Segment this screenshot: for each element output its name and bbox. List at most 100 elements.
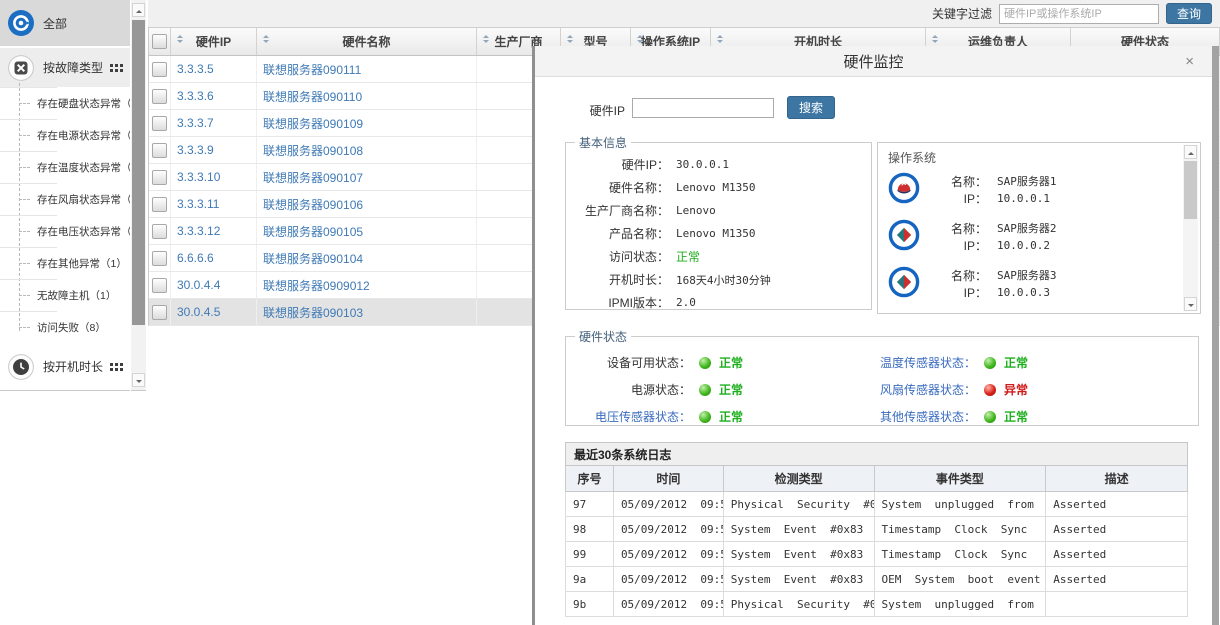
- row-checkbox[interactable]: [152, 197, 167, 212]
- hardware-name-cell: 联想服务器090103: [257, 299, 477, 325]
- log-cell: Asserted: [1046, 492, 1188, 516]
- sidebar-tree-item[interactable]: 存在硬盘状态异常（0）: [0, 87, 130, 119]
- log-row: 9a05/09/2012 09:57:35System Event #0x83O…: [565, 567, 1188, 592]
- diamond-os-icon: [888, 266, 920, 301]
- hardware-ip-link[interactable]: 3.3.3.9: [177, 143, 214, 157]
- log-cell: System unplugged from LAN: [875, 492, 1047, 516]
- query-button[interactable]: 查询: [1166, 3, 1212, 24]
- hardware-name-link[interactable]: 联想服务器090106: [263, 196, 363, 213]
- hardware-name-link[interactable]: 联想服务器0909012: [263, 277, 370, 294]
- fault-type-menu-icon[interactable]: [110, 64, 123, 72]
- sidebar-scrollbar[interactable]: [131, 0, 146, 391]
- basic-info-row: 访问状态：正常: [566, 245, 871, 268]
- log-column-header: 序号: [566, 466, 614, 491]
- hardware-ip-link[interactable]: 30.0.4.5: [177, 305, 220, 319]
- hardware-name-link[interactable]: 联想服务器090105: [263, 223, 363, 240]
- select-all-checkbox[interactable]: [152, 34, 167, 49]
- row-checkbox[interactable]: [152, 143, 167, 158]
- row-checkbox-cell: [149, 218, 171, 244]
- hw-status-label[interactable]: 风扇传感器状态：: [866, 381, 976, 398]
- row-checkbox[interactable]: [152, 251, 167, 266]
- sort-icon[interactable]: [932, 35, 938, 43]
- sidebar-tree-item[interactable]: 存在风扇状态异常（0）: [0, 183, 130, 215]
- hardware-ip-link[interactable]: 3.3.3.11: [177, 197, 219, 211]
- hardware-ip-link[interactable]: 3.3.3.12: [177, 224, 220, 238]
- os-entry-text: 名称：SAP服务器2IP：10.0.0.2: [932, 220, 1057, 254]
- all-target-icon: [8, 10, 34, 36]
- hw-status-text: 异常: [1004, 381, 1028, 398]
- sort-icon[interactable]: [637, 35, 643, 43]
- scroll-down-icon[interactable]: [1184, 297, 1197, 311]
- hardware-name-cell: 联想服务器090109: [257, 110, 477, 136]
- hardware-ip-link[interactable]: 3.3.3.10: [177, 170, 220, 184]
- filter-label: 关键字过滤: [932, 5, 992, 22]
- hardware-name-link[interactable]: 联想服务器090104: [263, 250, 363, 267]
- row-checkbox[interactable]: [152, 305, 167, 320]
- log-cell: Asserted: [1046, 542, 1188, 566]
- row-checkbox[interactable]: [152, 278, 167, 293]
- keyword-filter-input[interactable]: [999, 4, 1159, 24]
- hardware-name-link[interactable]: 联想服务器090107: [263, 169, 363, 186]
- row-checkbox[interactable]: [152, 116, 167, 131]
- row-checkbox[interactable]: [152, 170, 167, 185]
- sidebar-tree-item[interactable]: 无故障主机（1）: [0, 279, 130, 311]
- scrollbar-thumb[interactable]: [1184, 161, 1197, 219]
- hardware-name-link[interactable]: 联想服务器090108: [263, 142, 363, 159]
- hardware-name-link[interactable]: 联想服务器090103: [263, 304, 363, 321]
- sort-icon[interactable]: [177, 35, 183, 43]
- sort-icon[interactable]: [263, 35, 269, 43]
- os-panel-scrollbar[interactable]: [1183, 145, 1198, 311]
- scrollbar-thumb[interactable]: [132, 20, 145, 325]
- modal-ip-search-input[interactable]: [632, 98, 774, 118]
- sort-icon[interactable]: [483, 35, 489, 43]
- hardware-name-cell: 联想服务器090111: [257, 56, 477, 82]
- hardware-ip-link[interactable]: 3.3.3.6: [177, 89, 214, 103]
- sidebar-tree-item[interactable]: 访问失败（8）: [0, 311, 130, 343]
- hw-status-label[interactable]: 其他传感器状态：: [866, 408, 976, 425]
- log-cell: Asserted: [1046, 517, 1188, 541]
- log-cell: Timestamp Clock Sync: [875, 542, 1047, 566]
- scroll-up-icon[interactable]: [132, 3, 145, 17]
- sidebar-tree-item[interactable]: 存在电压状态异常（0）: [0, 215, 130, 247]
- os-ip-line: IP：10.0.0.2: [932, 237, 1057, 254]
- hardware-ip-link[interactable]: 30.0.4.4: [177, 278, 220, 292]
- sidebar-item-fault-type[interactable]: 按故障类型: [0, 48, 130, 87]
- sidebar-tree-item[interactable]: 存在其他异常（1）: [0, 247, 130, 279]
- hardware-name-link[interactable]: 联想服务器090109: [263, 115, 363, 132]
- hw-status-label[interactable]: 温度传感器状态：: [866, 354, 976, 371]
- close-icon[interactable]: ×: [1185, 54, 1194, 69]
- hardware-ip-link[interactable]: 6.6.6.6: [177, 251, 214, 265]
- os-entry-text: 名称：SAP服务器1IP：10.0.0.1: [932, 173, 1057, 207]
- hardware-ip-link[interactable]: 3.3.3.5: [177, 62, 214, 76]
- scroll-down-icon[interactable]: [132, 373, 145, 387]
- sort-icon[interactable]: [717, 35, 723, 43]
- basic-info-label: 访问状态：: [566, 248, 669, 265]
- hardware-ip-link[interactable]: 3.3.3.7: [177, 116, 214, 130]
- basic-info-row: 产品名称：Lenovo M1350: [566, 222, 871, 245]
- sidebar-tree-item[interactable]: 存在电源状态异常（0）: [0, 119, 130, 151]
- row-checkbox[interactable]: [152, 224, 167, 239]
- row-checkbox[interactable]: [152, 89, 167, 104]
- hw-status-legend: 硬件状态: [575, 328, 631, 345]
- basic-info-legend: 基本信息: [575, 134, 631, 151]
- sidebar-tree-item[interactable]: 存在温度状态异常（0）: [0, 151, 130, 183]
- uptime-clock-icon: [8, 354, 34, 380]
- os-entry: 名称：SAP服务器1IP：10.0.0.1: [878, 166, 1200, 213]
- hw-status-label[interactable]: 电压传感器状态：: [566, 408, 691, 425]
- sidebar-item-uptime[interactable]: 按开机时长: [0, 344, 130, 389]
- fault-type-icon: [8, 55, 34, 81]
- sidebar-item-all[interactable]: 全部: [0, 0, 130, 48]
- hardware-monitor-modal: 硬件监控 × 硬件IP 搜索 基本信息 硬件IP：30.0.0.1硬件名称：Le…: [532, 46, 1219, 625]
- basic-info-label: 硬件名称：: [566, 179, 669, 196]
- hardware-name-link[interactable]: 联想服务器090110: [263, 88, 362, 105]
- os-ip-value: 10.0.0.2: [997, 239, 1050, 252]
- uptime-menu-icon[interactable]: [110, 363, 123, 371]
- modal-title: 硬件监控: [535, 46, 1212, 77]
- sort-icon[interactable]: [567, 35, 573, 43]
- log-table-body: 9705/09/2012 09:57:11Physical Security #…: [565, 492, 1188, 617]
- column-header: 硬件IP: [171, 28, 257, 55]
- hardware-name-link[interactable]: 联想服务器090111: [263, 61, 361, 78]
- modal-search-button[interactable]: 搜索: [787, 96, 835, 119]
- row-checkbox[interactable]: [152, 62, 167, 77]
- scroll-up-icon[interactable]: [1184, 145, 1197, 159]
